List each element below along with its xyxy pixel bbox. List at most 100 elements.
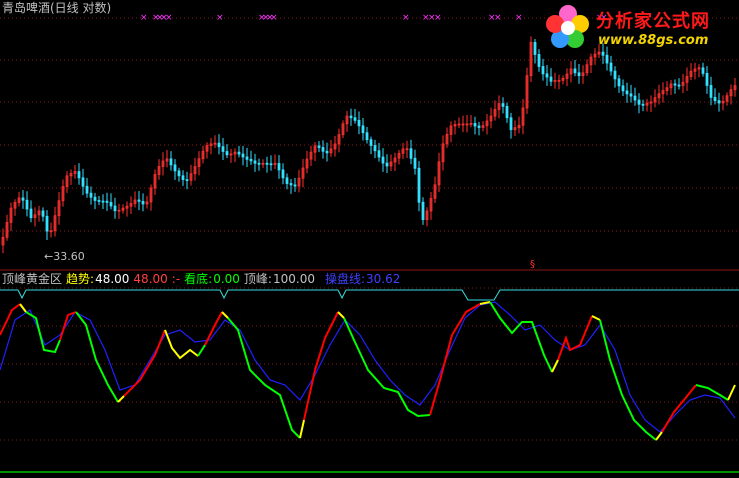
candle-body [501,103,505,107]
flower-logo-icon [546,5,589,48]
candle-body [477,125,481,128]
chart-title: 青岛啤酒(日线 对数) [2,1,112,15]
candle-body [97,200,101,202]
candle-body [473,123,477,127]
candle-body [321,147,325,152]
marker-x: × [270,13,278,23]
candle-body [637,99,641,105]
candle-body [353,117,357,121]
candle-body [413,157,417,169]
candle-body [77,171,81,179]
k-line-segment [221,311,229,319]
candle-body [625,90,629,95]
candle-body [21,197,25,201]
marker-x: × [434,13,442,23]
candle-body [285,177,289,184]
candle-body [545,73,549,78]
candle-body [173,164,177,172]
candle-body [217,142,221,148]
candle-body [357,119,361,127]
candle-body [325,150,329,154]
candle-body [409,148,413,159]
marker-x: × [140,13,148,23]
candle-body [293,184,297,187]
bottom-watch-label: 看底: [184,272,213,286]
candle-body [361,125,365,134]
separator: :- [171,272,181,286]
candle-body [701,67,705,74]
k-line-segment [557,315,593,361]
candle-body [169,158,173,166]
candle-body [365,132,369,141]
trade-line-value: 30.62 [366,272,401,286]
candle-body [605,54,609,64]
marker-row: × ×××× × ×××× × ××× ×× × ×× [140,13,608,23]
candle-body [617,78,621,87]
candle-body [673,83,677,86]
logo-brand-text: 分析家公式网 [596,11,710,32]
signal-mark: § [530,259,535,270]
k-line-segment [489,301,553,373]
candle-body [377,150,381,158]
candle-body [269,163,273,166]
candle-body [181,175,185,180]
trade-line-label: 操盘线: [324,272,366,286]
logo-url-text: www.88gs.com [598,33,709,48]
candle-body [93,196,97,201]
k-line-segment [0,303,21,336]
candle-body [221,146,225,152]
candle-body [253,160,257,164]
k-line-segment [303,311,339,421]
candle-body [265,162,269,165]
k-line-segment [429,303,481,416]
candle-body [677,84,681,87]
candle-body [41,210,45,217]
candle-body [717,100,721,104]
marker-x: × [494,13,502,23]
candle-body [549,76,553,82]
k-line-segment [299,419,305,439]
candle-body [633,95,637,101]
candle-body [241,153,245,158]
site-logo: 分析家公式网 www.88gs.com [540,2,736,54]
k-line-segment [227,317,301,439]
candle-body [225,151,229,156]
k-line-segment [551,359,559,373]
chart-canvas: × ×××× × ×××× × ××× ×× × ×× [0,13,739,473]
candle-body [709,85,713,98]
candle-body [541,66,545,75]
peak-label: 顶峰: [243,272,272,286]
candle-body [85,185,89,194]
candle-body [29,208,33,219]
trend-red-value: 48.00 [133,272,168,286]
k-line-segment [75,311,119,403]
candle-body [705,73,709,86]
left-arrow-icon: ← [44,250,54,263]
candle-body [81,177,85,187]
k-line-segment [19,303,27,313]
candle-body [713,96,717,102]
candle-body [373,145,377,152]
candle-body [349,115,353,119]
k-line-segment [337,311,345,319]
candle-body [505,106,509,119]
indicator-header: 顶峰黄金区 趋势: 48.00 48.00 :- 看底: 0.00 顶峰: 10… [2,272,404,286]
candle-body [89,192,93,198]
candle-body [613,70,617,80]
candle-body [369,139,373,146]
candle-body [105,200,109,203]
candle-body [533,41,537,55]
k-line-segment [25,311,61,354]
candle-body [245,156,249,160]
candle-body [113,205,117,212]
marker-x: × [216,13,224,23]
k-line [0,301,736,441]
candle-body [277,163,281,171]
k-line-segment [727,384,736,401]
low-price-value: 33.60 [53,250,85,263]
k-line-segment [655,431,663,441]
candle-body [109,201,113,207]
candle-body [509,117,513,131]
marker-x: × [402,13,410,23]
candle-body [621,85,625,92]
